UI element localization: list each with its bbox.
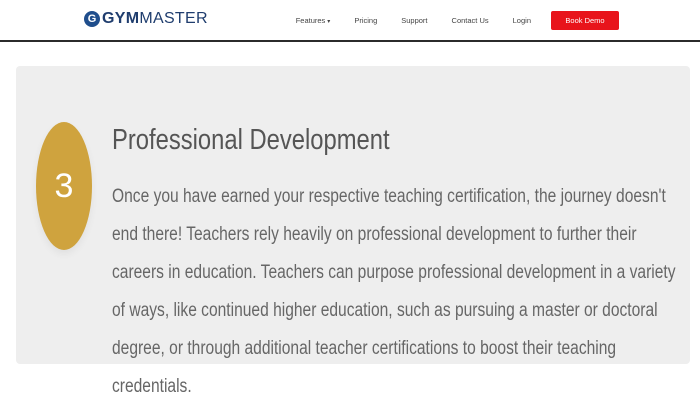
nav-item-login[interactable]: Login [513, 16, 531, 25]
logo-text: GYMMASTER [102, 10, 208, 27]
section-title: Professional Development [112, 124, 390, 156]
top-navbar: G GYMMASTER Features ▾ Pricing Support Co… [0, 0, 700, 42]
step-number: 3 [54, 166, 74, 205]
nav-item-pricing[interactable]: Pricing [354, 16, 377, 25]
section-body: Once you have earned your respective tea… [112, 186, 676, 397]
nav-item-contact-us[interactable]: Contact Us [452, 16, 489, 25]
g-logo-icon: G [84, 11, 100, 27]
nav-item-support[interactable]: Support [401, 16, 427, 25]
nav-links: Features ▾ Pricing Support Contact Us Log… [272, 0, 700, 40]
caret-down-icon: ▾ [327, 18, 331, 25]
gymmaster-logo[interactable]: G GYMMASTER [84, 9, 208, 29]
step-number-badge: 3 [36, 122, 92, 250]
book-demo-button[interactable]: Book Demo [551, 10, 619, 30]
step-card: 3 Professional Development Once you have… [16, 66, 690, 397]
nav-item-features[interactable]: Features ▾ [296, 16, 331, 25]
